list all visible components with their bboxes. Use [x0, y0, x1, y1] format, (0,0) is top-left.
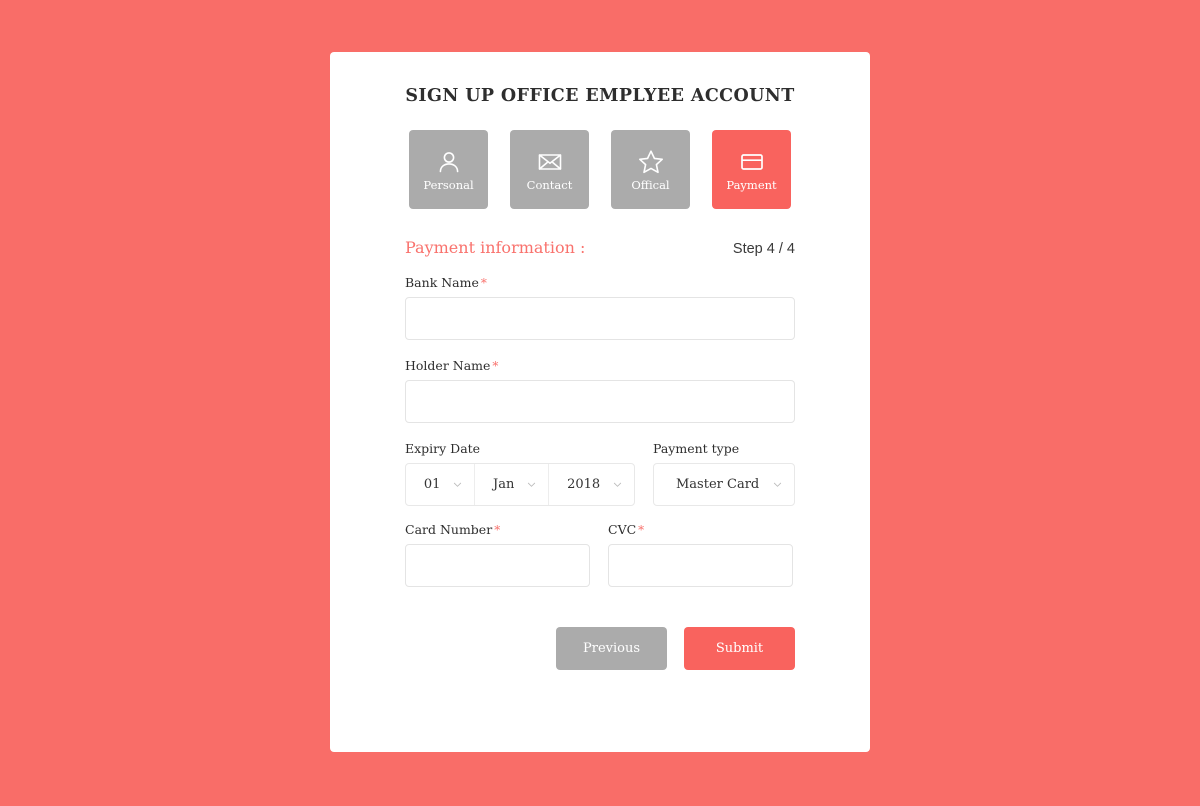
bank-name-input[interactable] — [405, 297, 795, 340]
section-header: Payment information : Step 4 / 4 — [405, 238, 795, 257]
expiry-day-value: 01 — [423, 477, 441, 492]
payment-type-select[interactable]: Master Card — [653, 463, 795, 506]
field-expiry-date: Expiry Date 01 Jan 2018 — [405, 441, 635, 506]
field-bank-name: Bank Name * — [405, 275, 795, 340]
page-background: SIGN UP OFFICE EMPLYEE ACCOUNT Personal — [0, 0, 1200, 806]
page-title: SIGN UP OFFICE EMPLYEE ACCOUNT — [405, 86, 795, 106]
credit-card-icon — [737, 147, 767, 177]
field-card-number: Card Number * — [405, 522, 590, 587]
tab-personal[interactable]: Personal — [409, 130, 488, 209]
required-asterisk: * — [492, 359, 499, 373]
cvc-input[interactable] — [608, 544, 793, 587]
section-title: Payment information : — [405, 238, 586, 257]
chevron-down-icon — [527, 480, 536, 489]
required-asterisk: * — [480, 276, 487, 290]
holder-name-input[interactable] — [405, 380, 795, 423]
submit-button[interactable]: Submit — [684, 627, 795, 670]
expiry-year-select[interactable]: 2018 — [548, 464, 634, 505]
tab-contact[interactable]: Contact — [510, 130, 589, 209]
tab-payment[interactable]: Payment — [712, 130, 791, 209]
tab-offical-label: Offical — [631, 178, 670, 193]
holder-name-label-text: Holder Name — [405, 358, 491, 373]
field-payment-type: Payment type Master Card — [653, 441, 795, 506]
step-tabs: Personal Contact Offical Payment — [330, 130, 870, 209]
holder-name-label: Holder Name * — [405, 358, 795, 373]
card-number-label: Card Number * — [405, 522, 590, 537]
field-holder-name: Holder Name * — [405, 358, 795, 423]
step-indicator: Step 4 / 4 — [732, 241, 795, 257]
bank-name-label: Bank Name * — [405, 275, 795, 290]
card-number-label-text: Card Number — [405, 522, 493, 537]
star-icon — [636, 147, 666, 177]
payment-type-label: Payment type — [653, 441, 740, 456]
previous-button[interactable]: Previous — [556, 627, 667, 670]
expiry-year-value: 2018 — [567, 477, 601, 492]
chevron-down-icon — [773, 480, 782, 489]
chevron-down-icon — [453, 480, 462, 489]
tab-contact-label: Contact — [526, 178, 573, 193]
expiry-date-label: Expiry Date — [405, 441, 481, 456]
signup-card: SIGN UP OFFICE EMPLYEE ACCOUNT Personal — [330, 52, 870, 752]
envelope-icon — [535, 147, 565, 177]
person-icon — [434, 147, 464, 177]
payment-type-value: Master Card — [676, 477, 760, 492]
required-asterisk: * — [494, 523, 501, 537]
tab-payment-label: Payment — [726, 178, 777, 193]
chevron-down-icon — [613, 480, 622, 489]
cvc-label-text: CVC — [608, 522, 637, 537]
form-actions: Previous Submit — [405, 627, 795, 670]
expiry-month-value: Jan — [493, 477, 515, 492]
expiry-date-group: 01 Jan 2018 — [405, 463, 635, 506]
required-asterisk: * — [638, 523, 645, 537]
tab-offical[interactable]: Offical — [611, 130, 690, 209]
card-cvc-row: Card Number * CVC * — [405, 522, 795, 587]
tab-personal-label: Personal — [423, 178, 474, 193]
expiry-day-select[interactable]: 01 — [406, 464, 474, 505]
payment-form: Payment information : Step 4 / 4 Bank Na… — [405, 238, 795, 670]
expiry-payment-row: Expiry Date 01 Jan 2018 Payment type Mas… — [405, 441, 795, 506]
card-number-input[interactable] — [405, 544, 590, 587]
expiry-month-select[interactable]: Jan — [474, 464, 548, 505]
bank-name-label-text: Bank Name — [405, 275, 479, 290]
field-cvc: CVC * — [608, 522, 793, 587]
cvc-label: CVC * — [608, 522, 793, 537]
